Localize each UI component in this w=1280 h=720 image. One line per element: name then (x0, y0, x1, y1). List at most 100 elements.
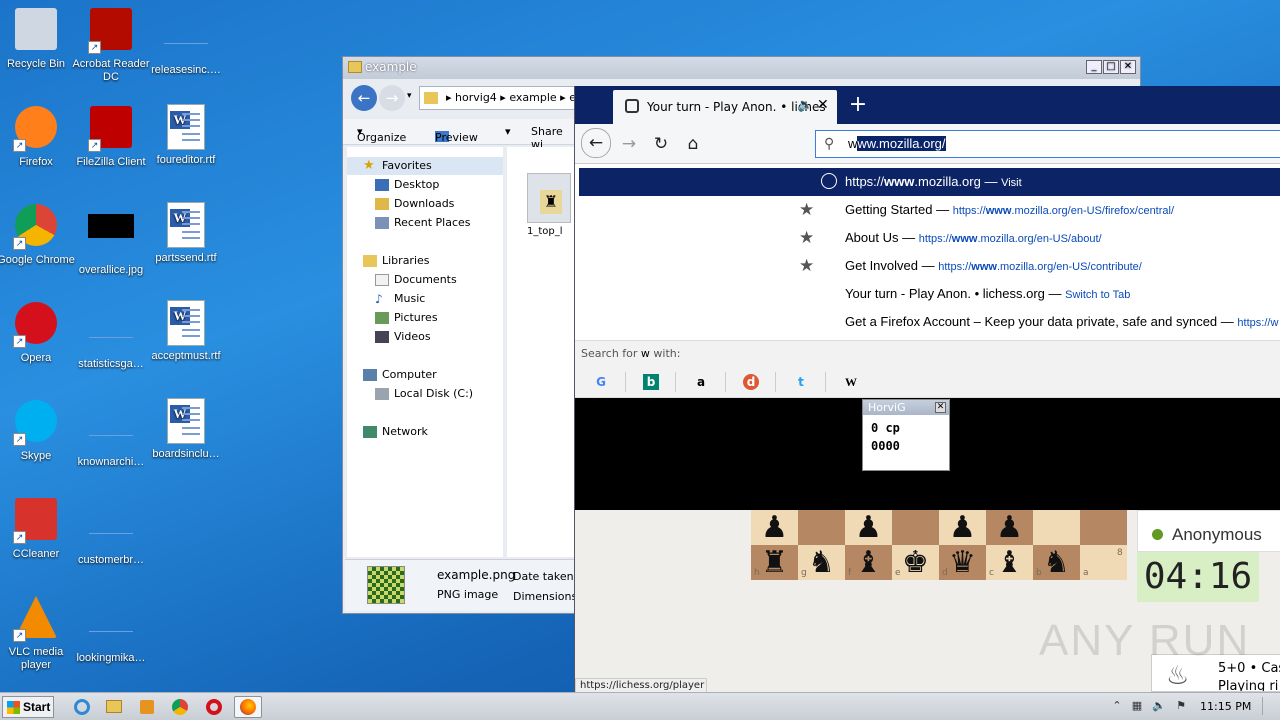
desktop-icon-foureditor-rtf[interactable]: Wfoureditor.rtf (146, 104, 226, 167)
maximize-button[interactable]: □ (1103, 60, 1119, 74)
horvig-eval: 0 cp (871, 421, 900, 435)
close-icon[interactable]: ✕ (935, 402, 946, 413)
nav-computer[interactable]: Computer (363, 368, 437, 381)
tab-lichess[interactable]: Your turn - Play Anon. • liches 🔈 ✕ (613, 90, 837, 124)
breadcrumb-item[interactable]: example (509, 91, 556, 104)
chess-square[interactable] (1080, 510, 1127, 545)
chess-piece-square[interactable]: ♟ (751, 510, 798, 545)
chess-piece-square[interactable]: ♟ (939, 510, 986, 545)
chess-square[interactable] (1033, 510, 1080, 545)
firefox-taskbar-icon[interactable] (234, 696, 262, 718)
media-player-icon[interactable] (134, 696, 162, 718)
desktop-icon-acceptmust-rtf[interactable]: Wacceptmust.rtf (146, 300, 226, 363)
speaker-icon[interactable]: 🔈 (797, 98, 813, 113)
back-button[interactable]: ← (351, 85, 377, 111)
opera-taskbar-icon[interactable] (200, 696, 228, 718)
organize-button[interactable]: Organize ▾ (357, 125, 406, 144)
forward-button[interactable]: → (379, 85, 405, 111)
nav-libraries[interactable]: Libraries (363, 254, 430, 267)
nav-documents[interactable]: Documents (375, 273, 457, 286)
nav-toolbar: ← → ↻ ⌂ ⚲ www.mozilla.org/ (575, 124, 1280, 164)
nav-downloads[interactable]: Downloads (375, 197, 454, 210)
duckduckgo-icon[interactable]: d (743, 374, 759, 390)
address-bar[interactable]: ▸ horvig4 ▸ example ▸ e (419, 86, 579, 110)
desktop-icon-releasesinc[interactable]: releasesinc.… (146, 6, 226, 77)
action-center-flag-icon[interactable]: ⚑ (1174, 699, 1188, 713)
show-hidden-icons[interactable]: ⌃ (1110, 699, 1124, 713)
desktop-icon-overallice-jpg[interactable]: overallice.jpg (71, 202, 151, 277)
chrome-icon: ↗ (13, 204, 59, 250)
desktop-icon-customerbr[interactable]: customerbr… (71, 496, 151, 567)
chrome-taskbar-icon[interactable] (166, 696, 194, 718)
desktop-icon-skype[interactable]: ↗ Skype (0, 398, 76, 463)
breadcrumb-item[interactable]: horvig4 (455, 91, 497, 104)
home-button[interactable]: ⌂ (679, 132, 707, 158)
desktop-icon-opera[interactable]: ↗ Opera (0, 300, 76, 365)
bing-icon[interactable]: b (643, 374, 659, 390)
back-button[interactable]: ← (581, 128, 611, 158)
network-tray-icon[interactable]: ▦ (1130, 699, 1144, 713)
chess-piece-square[interactable]: ♟ (986, 510, 1033, 545)
chess-piece-square[interactable]: ♟ (845, 510, 892, 545)
chess-square[interactable] (892, 510, 939, 545)
recent-pages-dropdown[interactable]: ▾ (407, 91, 412, 101)
nav-music[interactable]: ♪ Music (375, 292, 425, 305)
amazon-icon[interactable]: a (693, 374, 709, 390)
suggestion-switch-to-tab[interactable]: Your turn - Play Anon. • lichess.org — S… (579, 280, 1280, 308)
chess-piece-square[interactable]: ♝ (845, 545, 892, 580)
nav-recent-places[interactable]: Recent Places (375, 216, 471, 229)
desktop-icon-vlc-media-player[interactable]: ↗ VLC media player (0, 594, 76, 672)
nav-local-disk[interactable]: Local Disk (C:) (375, 387, 473, 400)
new-tab-button[interactable]: + (847, 92, 869, 118)
suggestion-visit[interactable]: https://www.mozilla.org — Visit (579, 168, 1280, 196)
desktop-icon-boardsinclu[interactable]: Wboardsinclu… (146, 398, 226, 461)
file-list: ♜ 1_top_l (507, 147, 575, 557)
search-icon: ⚲ (824, 135, 835, 151)
tab-close-icon[interactable]: ✕ (817, 97, 829, 113)
file-item[interactable]: ♜ 1_top_l (527, 173, 575, 237)
desktop-icon-recycle-bin[interactable]: Recycle Bin (0, 6, 76, 71)
minimize-button[interactable]: _ (1086, 60, 1102, 74)
desktop-icon-filezilla-client[interactable]: ↗ FileZilla Client (71, 104, 151, 169)
recycle-bin-icon (13, 8, 59, 54)
nav-pictures[interactable]: Pictures (375, 311, 438, 324)
close-button[interactable]: ✕ (1120, 60, 1136, 74)
reload-button[interactable]: ↻ (647, 132, 675, 158)
explorer-taskbar-icon[interactable] (100, 696, 128, 718)
desktop-icon-google-chrome[interactable]: ↗ Google Chrome (0, 202, 76, 267)
nav-videos[interactable]: Videos (375, 330, 431, 343)
suggestion-get-involved[interactable]: ★ Get Involved — https://www.mozilla.org… (579, 252, 1280, 280)
volume-icon[interactable]: 🔈 (1152, 699, 1166, 713)
shortcut-arrow-icon: ↗ (88, 139, 101, 152)
desktop-icon-statisticsga[interactable]: statisticsga… (71, 300, 151, 371)
details-dimensions-label: Dimensions: (513, 590, 581, 603)
url-input[interactable]: ⚲ www.mozilla.org/ (815, 130, 1280, 158)
ie-icon[interactable] (68, 696, 96, 718)
desktop-icon-label: VLC media player (8, 646, 64, 671)
desktop-icon-lookingmika[interactable]: lookingmika… (71, 594, 151, 665)
desktop-icon-firefox[interactable]: ↗ Firefox (0, 104, 76, 169)
desktop-icon-ccleaner[interactable]: ↗ CCleaner (0, 496, 76, 561)
desktop-icon-partssend-rtf[interactable]: Wpartssend.rtf (146, 202, 226, 265)
suggestion-getting-started[interactable]: ★ Getting Started — https://www.mozilla.… (579, 196, 1280, 224)
show-desktop-button[interactable] (1262, 697, 1276, 715)
forward-button[interactable]: → (615, 132, 643, 158)
nav-network[interactable]: Network (363, 425, 428, 438)
explorer-titlebar[interactable]: example _ □ ✕ (343, 57, 1140, 79)
shortcut-arrow-icon: ↗ (88, 41, 101, 54)
nav-favorites[interactable]: ★ Favorites (347, 157, 503, 175)
preview-dropdown[interactable]: ▾ (505, 125, 511, 138)
desktop-icon-knownarchi[interactable]: knownarchi… (71, 398, 151, 469)
wikipedia-icon[interactable]: W (843, 374, 859, 390)
system-clock[interactable]: 11:15 PM (1200, 700, 1251, 713)
desktop-icon-acrobat-reader-dc[interactable]: ↗ Acrobat Reader DC (71, 6, 151, 84)
shortcut-arrow-icon: ↗ (13, 531, 26, 544)
suggestion-about-us[interactable]: ★ About Us — https://www.mozilla.org/en-… (579, 224, 1280, 252)
chessboard[interactable]: ♟ ♟ ♟ ♟ ♜ ♞ ♝ ♚ ♛ ♝ ♞ h g f e d c b a 8 (751, 510, 1127, 580)
google-icon[interactable]: G (593, 374, 609, 390)
start-button[interactable]: Start (2, 696, 54, 718)
suggestion-firefox-account[interactable]: Get a Firefox Account – Keep your data p… (579, 308, 1280, 336)
nav-desktop[interactable]: Desktop (375, 178, 439, 191)
twitter-icon[interactable]: t (793, 374, 809, 390)
chess-square[interactable] (798, 510, 845, 545)
